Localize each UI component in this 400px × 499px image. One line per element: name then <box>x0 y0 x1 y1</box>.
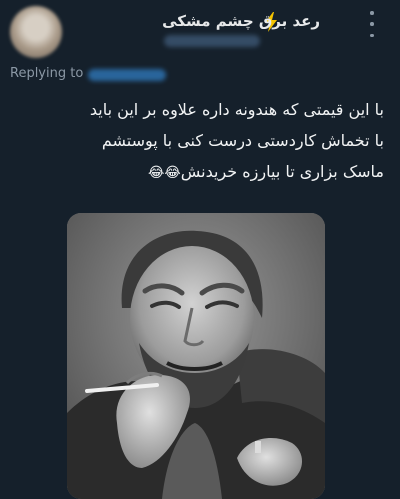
laughing-emoji-icon: 😂😂 <box>148 165 181 181</box>
replying-to-handle-blurred[interactable] <box>88 69 166 81</box>
more-options-icon[interactable] <box>367 11 377 37</box>
tweet-media-photo[interactable] <box>67 213 325 499</box>
tweet-text-line-3: ماسک بزاری تا بیارزه خریدنش <box>180 162 384 181</box>
author-display-name[interactable]: رعد برق چشم مشکی <box>162 12 320 30</box>
tweet-text-line: با تخماش کاردستی درست کنی با پوستشم <box>101 131 384 150</box>
author-avatar[interactable] <box>10 6 62 58</box>
tweet-text-line: ماسک بزاری تا بیارزه خریدنش😂😂 <box>14 156 384 189</box>
tweet-text-line: با این قیمتی که هندونه داره علاوه بر این… <box>89 100 384 119</box>
tweet-header: رعد برق چشم مشکی <box>70 8 378 48</box>
author-username-blurred[interactable] <box>164 35 260 47</box>
replying-to-label: Replying to <box>10 66 84 81</box>
tweet-text: با این قیمتی که هندونه داره علاوه بر این… <box>14 94 384 189</box>
laughing-man-photo <box>67 213 325 499</box>
